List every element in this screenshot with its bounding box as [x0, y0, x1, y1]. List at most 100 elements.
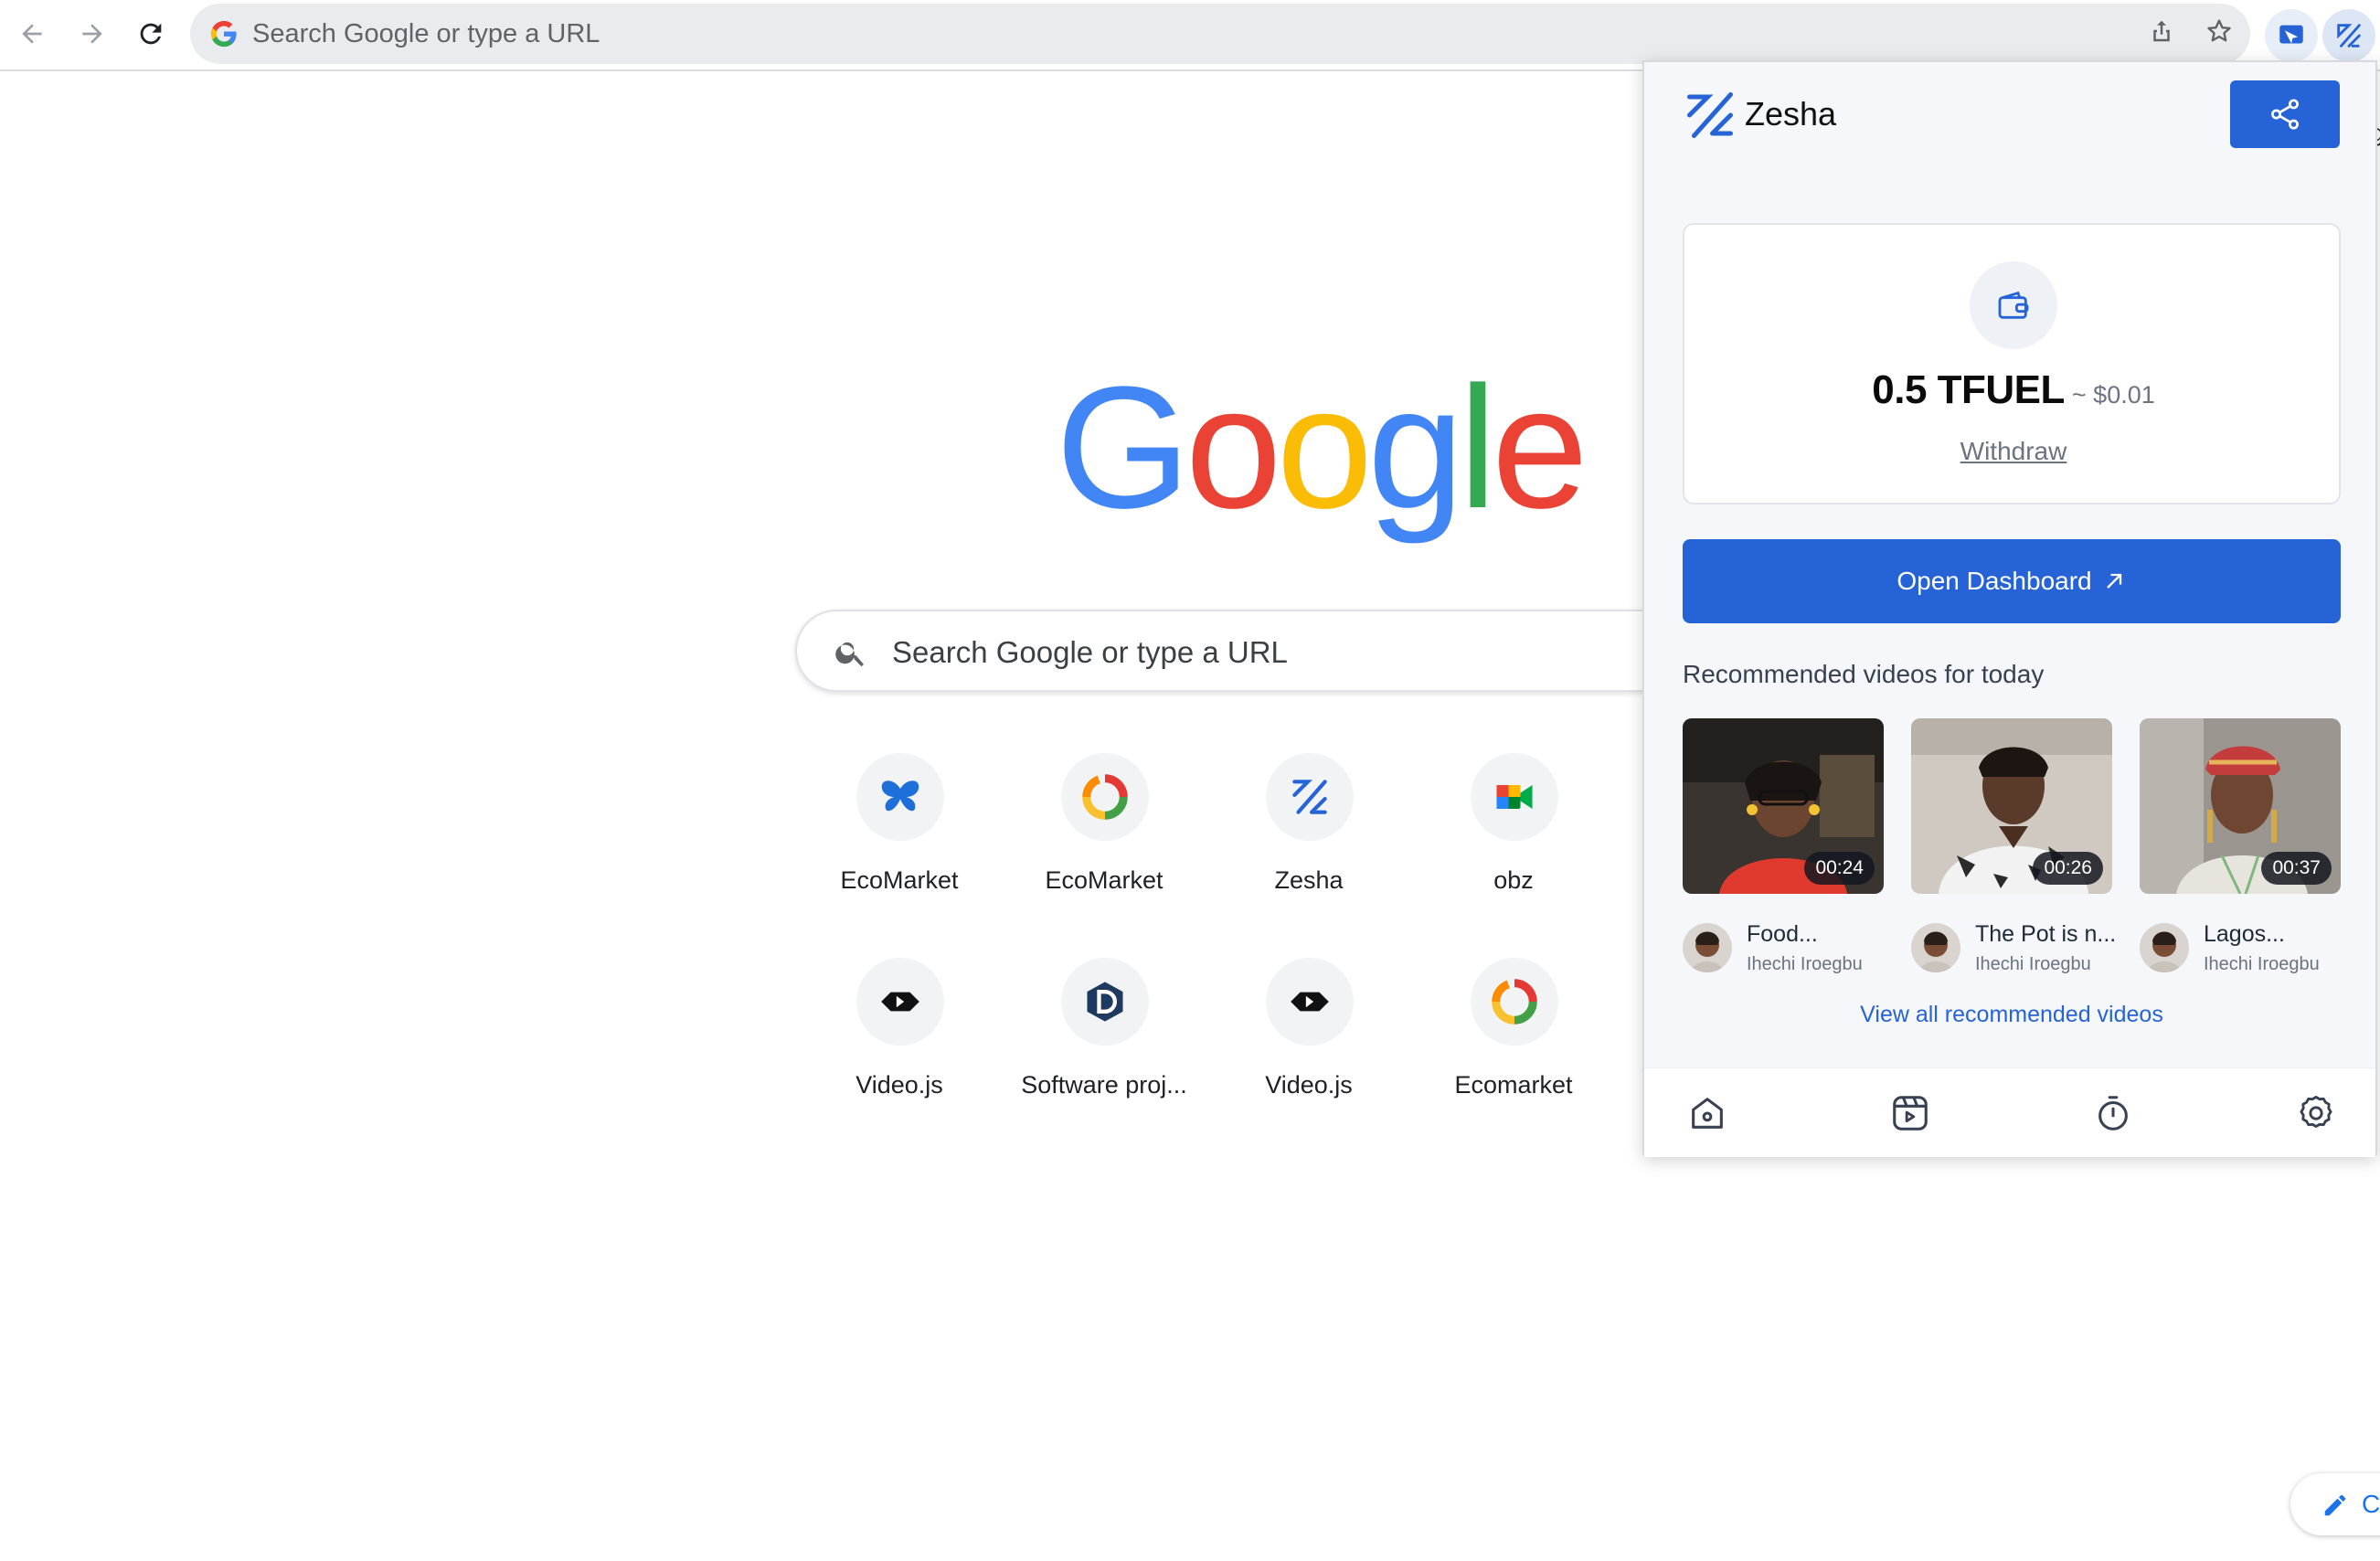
video-card[interactable]: 00:24 Food... Ihechi Iroegbu [1683, 718, 1884, 974]
video-title[interactable]: Lagos... [2204, 921, 2285, 948]
logo-letter-4: g [1367, 351, 1464, 545]
ecomarket-ring-icon [1082, 774, 1128, 820]
author-avatar [1683, 923, 1732, 972]
bookmark-button[interactable] [2201, 13, 2237, 49]
reload-icon [140, 23, 162, 45]
shortcut-label: obz [1493, 866, 1534, 894]
logo-letter-3: o [1276, 351, 1373, 545]
back-button[interactable] [9, 11, 55, 57]
brand-name: Zesha [1745, 95, 1837, 133]
cast-icon [2279, 25, 2303, 44]
google-logo: Google [1056, 356, 1588, 539]
customize-chrome-button[interactable]: C [2290, 1473, 2380, 1535]
logo-letter-6: e [1492, 351, 1588, 545]
video-card[interactable]: 00:37 Lagos... Ihechi Iroegbu [2140, 718, 2341, 974]
shortcut-icon-wrap [856, 753, 944, 841]
wallet-icon-wrap [1970, 261, 2057, 349]
zesha-logo-icon [2337, 24, 2361, 48]
shortcut-label: Ecomarket [1454, 1071, 1573, 1099]
shortcut-tile[interactable]: obz [1413, 753, 1614, 936]
search-placeholder: Search Google or type a URL [892, 635, 1288, 669]
pencil-icon [2324, 1494, 2346, 1516]
withdraw-link[interactable]: Withdraw [1684, 437, 2343, 466]
author-avatar [1911, 923, 1960, 972]
video-thumbnail[interactable]: 00:37 [2140, 718, 2341, 894]
shortcut-label: Video.js [855, 1071, 943, 1099]
settings-icon [2300, 1095, 2332, 1129]
google-g-icon [210, 20, 237, 48]
shortcut-tile[interactable]: Software proj... [1004, 958, 1205, 1141]
shortcut-tile[interactable]: Zesha [1208, 753, 1409, 936]
video-duration: 00:37 [2261, 852, 2332, 885]
zesha-brand-icon [1687, 92, 1733, 138]
logo-letter-2: o [1185, 351, 1282, 545]
external-arrow-icon [2106, 573, 2121, 589]
ecomarket-ring-icon [1492, 979, 1537, 1025]
arrow-left-icon [22, 24, 42, 44]
video-title[interactable]: Food... [1747, 921, 1818, 948]
recommended-title: Recommended videos for today [1683, 660, 2045, 688]
shortcut-icon-wrap [1061, 753, 1149, 841]
extension-zesha-button[interactable] [2322, 9, 2375, 62]
video-title[interactable]: The Pot is n... [1975, 921, 2116, 948]
shortcut-label: Zesha [1274, 866, 1344, 894]
star-icon [2207, 19, 2231, 42]
videojs-icon [1291, 992, 1329, 1012]
arrow-right-icon [82, 24, 102, 44]
shortcut-tile[interactable]: EcoMarket [799, 753, 1000, 936]
omnibox[interactable]: Search Google or type a URL [190, 4, 2250, 64]
balance-amount: 0.5 TFUEL [1872, 367, 2065, 412]
shortcut-tile[interactable]: Ecomarket [1413, 958, 1614, 1141]
open-dashboard-button[interactable]: Open Dashboard [1683, 539, 2341, 623]
shortcut-icon-wrap [1471, 958, 1558, 1046]
zesha-extension-popup: Zesha 0.5 TFUEL ~ $0.01 Withdraw Open Das… [1642, 60, 2377, 1157]
reload-button[interactable] [128, 11, 174, 57]
share-button[interactable] [2230, 80, 2340, 148]
video-card[interactable]: 00:26 The Pot is n... Ihechi Iroegbu [1911, 718, 2116, 974]
video-thumbnail[interactable]: 00:24 [1683, 718, 1884, 894]
nav-home[interactable] [1684, 1090, 1730, 1136]
balance-usd: ~ $0.01 [2071, 381, 2155, 409]
shortcut-icon-wrap [1266, 753, 1354, 841]
google-search-box[interactable]: Search Google or type a URL [795, 610, 1709, 692]
nav-settings[interactable] [2293, 1090, 2339, 1136]
forward-button[interactable] [69, 11, 115, 57]
share-page-button[interactable] [2143, 13, 2180, 49]
shortcut-tile[interactable]: Video.js [799, 958, 1000, 1141]
search-icon [835, 642, 864, 667]
balance: 0.5 TFUEL ~ $0.01 [1684, 367, 2343, 413]
logo-letter-5: l [1458, 351, 1497, 545]
shortcut-icon-wrap [1266, 958, 1354, 1046]
meet-icon [1496, 785, 1533, 809]
shortcut-icon-wrap [856, 958, 944, 1046]
wallet-icon [1998, 291, 2029, 319]
shortcut-icon-wrap [1061, 958, 1149, 1046]
wallet-card: 0.5 TFUEL ~ $0.01 Withdraw [1683, 223, 2341, 504]
shortcut-label: EcoMarket [1045, 866, 1163, 894]
omnibox-text: Search Google or type a URL [252, 19, 600, 48]
d-hex-icon [1087, 982, 1123, 1022]
extension-cast-button[interactable] [2265, 9, 2318, 62]
shortcut-tile[interactable]: EcoMarket [1004, 753, 1205, 936]
share-upload-icon [2153, 20, 2170, 42]
home-icon [1692, 1098, 1723, 1129]
view-all-videos-link[interactable]: View all recommended videos [1644, 1002, 2379, 1028]
shortcut-tile[interactable]: Video.js [1208, 958, 1409, 1141]
logo-letter-1: G [1056, 351, 1191, 545]
avatar-image [2140, 923, 2189, 972]
zesha-icon [1292, 780, 1327, 814]
shortcut-label: Software proj... [1021, 1071, 1187, 1099]
timer-icon [2098, 1096, 2128, 1131]
open-dashboard-label: Open Dashboard [1897, 567, 2092, 595]
video-author: Ihechi Iroegbu [1747, 954, 1863, 974]
video-duration: 00:24 [1804, 852, 1875, 885]
avatar-image [1683, 923, 1732, 972]
video-author: Ihechi Iroegbu [2204, 954, 2320, 974]
nav-timer[interactable] [2090, 1090, 2136, 1136]
author-avatar [2140, 923, 2189, 972]
shortcut-label: Video.js [1265, 1071, 1353, 1099]
video-thumbnail[interactable]: 00:26 [1911, 718, 2112, 894]
video-duration: 00:26 [2033, 852, 2103, 885]
shortcut-label: EcoMarket [840, 866, 959, 894]
nav-videos[interactable] [1887, 1090, 1933, 1136]
